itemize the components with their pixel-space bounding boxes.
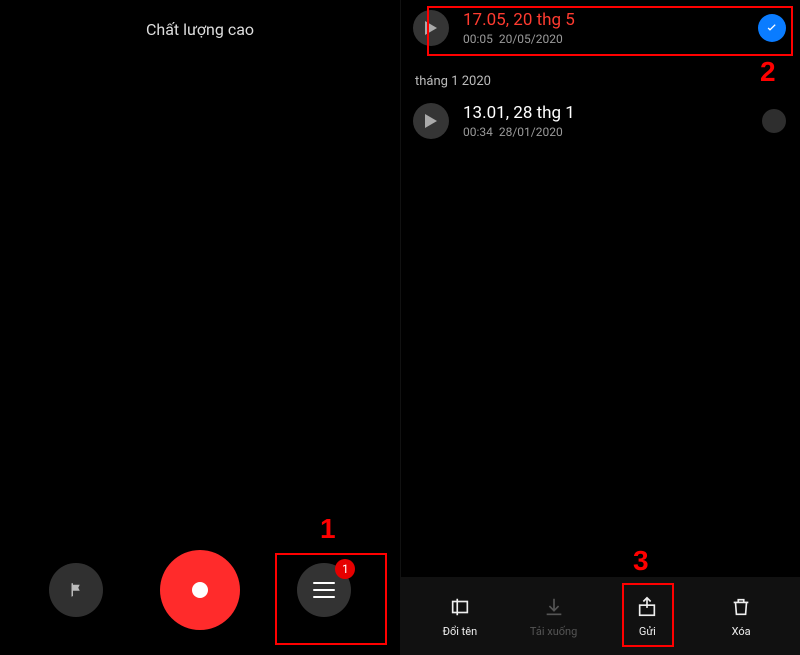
annotation-label-2: 2: [760, 56, 776, 88]
record-button[interactable]: [160, 550, 240, 630]
download-label: Tải xuống: [530, 625, 577, 638]
selection-empty[interactable]: [762, 109, 786, 133]
delete-action[interactable]: Xóa: [711, 593, 771, 638]
record-dot-icon: [192, 582, 208, 598]
trash-icon: [730, 593, 752, 621]
quality-label: Chất lượng cao: [0, 20, 400, 39]
annotation-label-1: 1: [320, 513, 336, 545]
download-icon: [543, 593, 565, 621]
delete-label: Xóa: [732, 625, 751, 638]
recording-title: 17.05, 20 thg 5: [463, 10, 758, 30]
recording-item[interactable]: 13.01, 28 thg 1 00:34 28/01/2020: [401, 93, 800, 149]
rename-icon: [449, 593, 471, 621]
month-section-header: tháng 1 2020: [401, 56, 800, 93]
recording-body: 17.05, 20 thg 5 00:05 20/05/2020: [463, 10, 758, 46]
download-action: Tải xuống: [524, 593, 584, 638]
play-button[interactable]: [413, 103, 449, 139]
share-icon: [636, 593, 658, 621]
recording-subtitle: 00:05 20/05/2020: [463, 32, 758, 46]
action-bar: Đổi tên Tải xuống Gửi Xóa: [401, 577, 800, 655]
hamburger-icon: [313, 582, 335, 598]
annotation-label-3: 3: [633, 545, 649, 577]
recorder-controls: 1: [0, 550, 400, 630]
recording-subtitle: 00:34 28/01/2020: [463, 125, 762, 139]
rename-label: Đổi tên: [443, 625, 478, 638]
recorder-screen: Chất lượng cao 1: [0, 0, 400, 655]
recordings-badge: 1: [335, 559, 355, 579]
selection-checkmark[interactable]: [758, 14, 786, 42]
play-button[interactable]: [413, 10, 449, 46]
rename-action[interactable]: Đổi tên: [430, 593, 490, 638]
recording-body: 13.01, 28 thg 1 00:34 28/01/2020: [463, 103, 762, 139]
send-label: Gửi: [639, 625, 656, 638]
flag-button[interactable]: [49, 563, 103, 617]
recording-title: 13.01, 28 thg 1: [463, 103, 762, 123]
send-action[interactable]: Gửi: [617, 593, 677, 638]
recording-item[interactable]: 17.05, 20 thg 5 00:05 20/05/2020: [401, 0, 800, 56]
recordings-screen: 17.05, 20 thg 5 00:05 20/05/2020 tháng 1…: [400, 0, 800, 655]
recordings-list-button[interactable]: 1: [297, 563, 351, 617]
